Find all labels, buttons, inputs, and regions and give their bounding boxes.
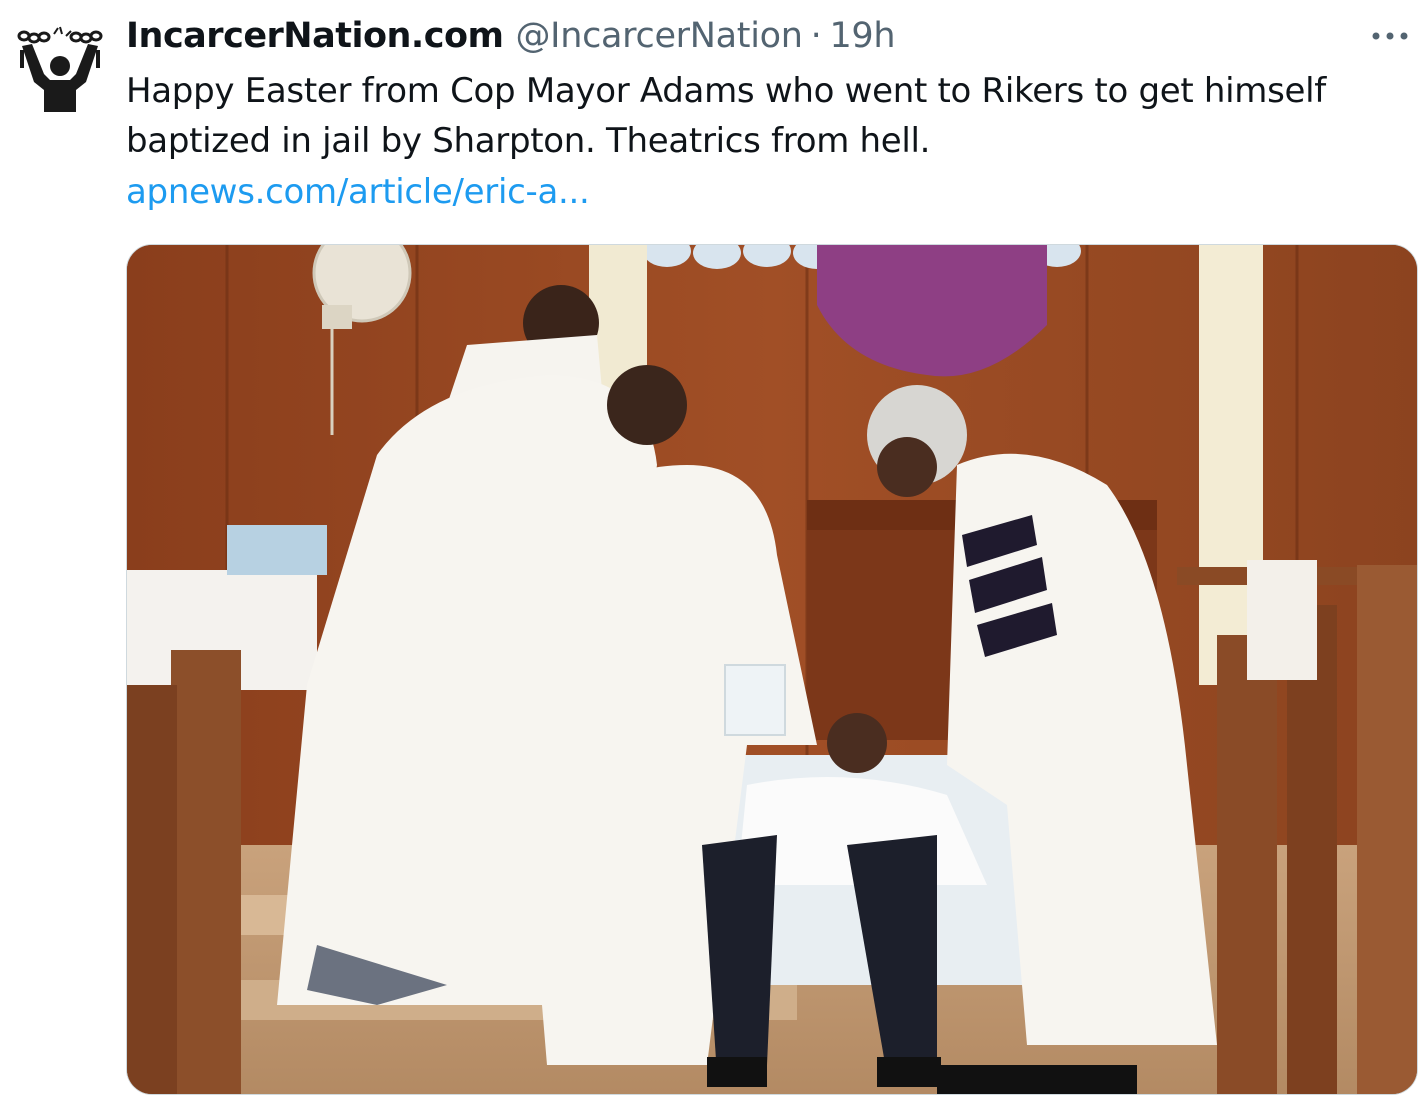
more-options-button[interactable]: [1367, 16, 1413, 56]
tweet-photo[interactable]: [126, 244, 1418, 1095]
display-name[interactable]: IncarcerNation.com: [126, 14, 504, 58]
tweet-text: Happy Easter from Cop Mayor Adams who we…: [126, 71, 1326, 161]
timestamp[interactable]: 19h: [829, 14, 895, 58]
broken-chains-figure-icon: [17, 26, 103, 112]
separator-dot: ·: [810, 16, 822, 56]
more-horizontal-icon: [1372, 32, 1408, 40]
article-link[interactable]: apnews.com/article/eric-a...: [126, 167, 590, 217]
tweet-header: IncarcerNation.com @IncarcerNation · 19h: [126, 14, 896, 58]
tweet-card[interactable]: IncarcerNation.com @IncarcerNation · 19h…: [0, 0, 1427, 1103]
baptism-photo: [127, 245, 1417, 1094]
handle[interactable]: @IncarcerNation: [515, 14, 802, 58]
avatar[interactable]: [14, 24, 106, 116]
